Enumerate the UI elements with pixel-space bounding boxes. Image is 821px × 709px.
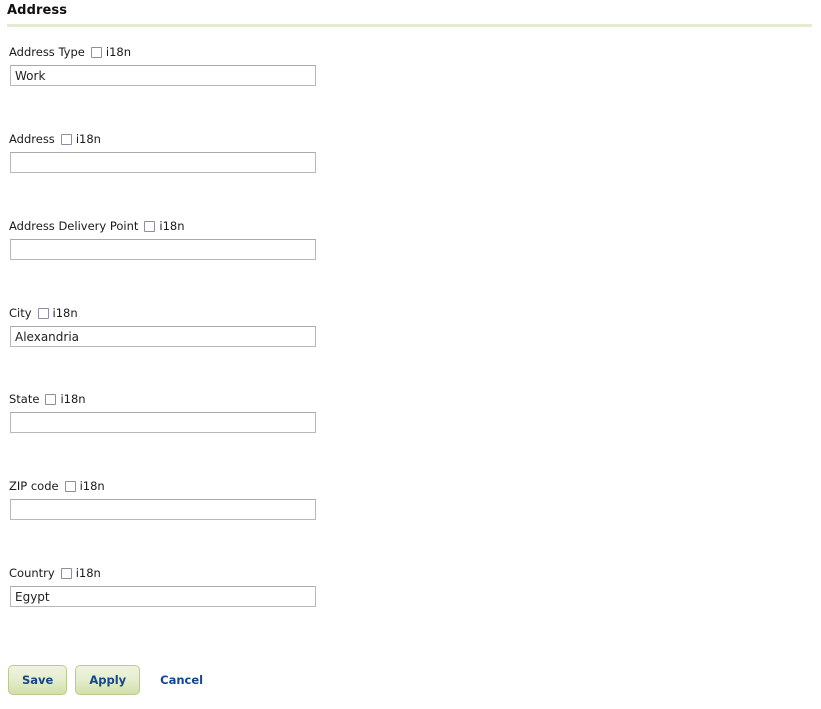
i18n-label: i18n: [75, 566, 101, 580]
field-input[interactable]: [10, 326, 316, 347]
field-group: State i18n: [0, 391, 400, 433]
field-group: Address Type i18n: [0, 44, 400, 86]
page-title: Address: [7, 3, 68, 18]
i18n-checkbox[interactable]: [60, 567, 72, 579]
field-label: State: [9, 392, 40, 406]
field-label-row: Address Type i18n: [0, 44, 400, 60]
i18n-label: i18n: [159, 219, 185, 233]
save-button[interactable]: Save: [8, 665, 68, 695]
field-label-row: ZIP code i18n: [0, 478, 400, 494]
field-group: Address i18n: [0, 131, 400, 173]
field-label-row: Address Delivery Point i18n: [0, 218, 400, 234]
field-label-row: Country i18n: [0, 565, 400, 581]
i18n-checkbox[interactable]: [37, 307, 49, 319]
i18n-label: i18n: [79, 479, 105, 493]
i18n-checkbox[interactable]: [90, 46, 102, 58]
field-group: ZIP code i18n: [0, 478, 400, 520]
field-input[interactable]: [10, 412, 316, 433]
cancel-link[interactable]: Cancel: [160, 665, 203, 695]
apply-button[interactable]: Apply: [75, 665, 141, 695]
field-group: Country i18n: [0, 565, 400, 607]
field-input[interactable]: [10, 65, 316, 86]
field-group: Address Delivery Point i18n: [0, 218, 400, 260]
field-input[interactable]: [10, 152, 316, 173]
form-actions: Save Apply Cancel: [0, 665, 203, 695]
field-group: City i18n: [0, 305, 400, 347]
field-label-row: Address i18n: [0, 131, 400, 147]
field-label: ZIP code: [9, 479, 59, 493]
field-input[interactable]: [10, 239, 316, 260]
i18n-checkbox[interactable]: [64, 480, 76, 492]
i18n-checkbox[interactable]: [45, 393, 57, 405]
field-label: City: [9, 306, 32, 320]
field-input[interactable]: [10, 586, 316, 607]
field-label: Address Delivery Point: [9, 219, 139, 233]
field-label: Address Type: [9, 45, 85, 59]
field-input[interactable]: [10, 499, 316, 520]
field-label-row: State i18n: [0, 391, 400, 407]
title-divider: [7, 24, 812, 27]
field-label: Country: [9, 566, 55, 580]
i18n-checkbox[interactable]: [60, 133, 72, 145]
i18n-label: i18n: [60, 392, 86, 406]
field-label-row: City i18n: [0, 305, 400, 321]
i18n-label: i18n: [105, 45, 131, 59]
i18n-label: i18n: [75, 132, 101, 146]
field-label: Address: [9, 132, 55, 146]
i18n-checkbox[interactable]: [144, 220, 156, 232]
page-header: Address: [0, 0, 821, 27]
i18n-label: i18n: [52, 306, 78, 320]
